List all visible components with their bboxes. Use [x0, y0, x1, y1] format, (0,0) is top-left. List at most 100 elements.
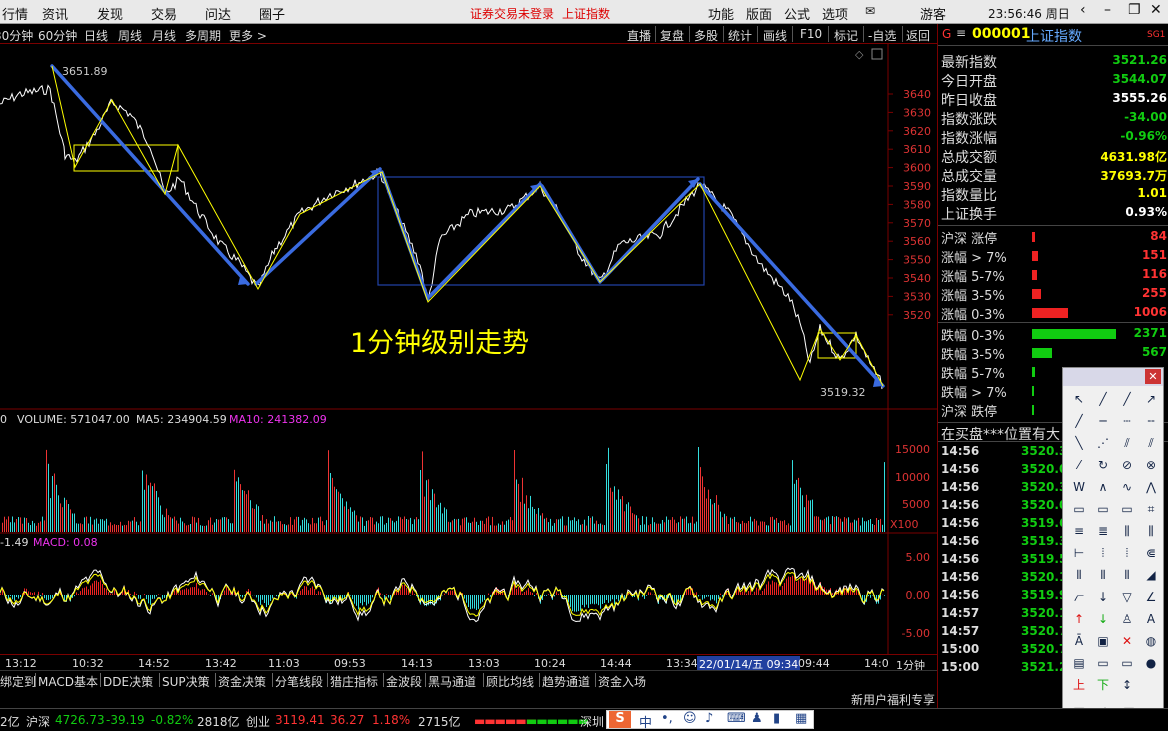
diamond-icon[interactable]: ◇: [855, 48, 864, 61]
gann-icon[interactable]: ⋐: [1141, 544, 1161, 562]
arrow-left-icon[interactable]: ‹: [1080, 2, 1086, 18]
volume-chart[interactable]: 0 VOLUME: 571047.00 MA5: 234904.59 MA10:…: [0, 410, 937, 534]
rect-2-icon[interactable]: ▭: [1093, 500, 1113, 518]
tab-new-user[interactable]: 新用户福利专享: [851, 691, 935, 708]
menu-quanzi[interactable]: 圈子: [259, 4, 285, 23]
tool-zhibo[interactable]: 直播: [627, 27, 651, 44]
close-icon[interactable]: ✕: [1150, 2, 1162, 18]
down-line-icon[interactable]: ╲: [1069, 434, 1089, 452]
sine-icon[interactable]: ∿: [1117, 478, 1137, 496]
text-icon[interactable]: A: [1141, 610, 1161, 628]
g-icon[interactable]: G: [942, 27, 951, 41]
cycle-icon[interactable]: ↻: [1093, 456, 1113, 474]
triangle-icon[interactable]: ◢: [1141, 566, 1161, 584]
skin-icon[interactable]: ▮: [773, 711, 780, 726]
user-name[interactable]: 游客: [920, 4, 946, 23]
period-week[interactable]: 周线: [118, 27, 142, 44]
price-chart[interactable]: 3640363036203610360035903580357035603550…: [0, 44, 937, 410]
tool-tongji[interactable]: 统计: [728, 27, 752, 44]
user-icon[interactable]: ♟: [751, 711, 763, 726]
marker-icon[interactable]: ◍: [1141, 632, 1161, 650]
menu-icon[interactable]: ≡: [956, 26, 966, 40]
menu-wenda[interactable]: 问达: [205, 4, 231, 23]
fib-icon[interactable]: ≡: [1069, 522, 1089, 540]
parallel-2-icon[interactable]: ⫽: [1141, 434, 1161, 452]
chinese-mode-icon[interactable]: 中: [639, 712, 652, 731]
up-icon[interactable]: 上: [1069, 676, 1089, 694]
circle-slash-icon[interactable]: ⊘: [1117, 456, 1137, 474]
down-arrow-icon[interactable]: ↓: [1093, 588, 1113, 606]
menu-zixun[interactable]: 资讯: [42, 4, 68, 23]
period-month[interactable]: 月线: [152, 27, 176, 44]
angle-2-icon[interactable]: ∠: [1141, 588, 1161, 606]
line-segment-icon[interactable]: ╱: [1093, 390, 1113, 408]
period-60min[interactable]: 60分钟: [38, 27, 77, 44]
tool-f10[interactable]: F10: [800, 27, 822, 41]
tool-biaoji[interactable]: 标记: [834, 27, 858, 44]
down-triangle-icon[interactable]: ▽: [1117, 588, 1137, 606]
fan-icon[interactable]: ⫼: [1117, 522, 1137, 540]
x-icon[interactable]: ✕: [1117, 632, 1137, 650]
tool-fanhui[interactable]: 返回: [906, 27, 930, 44]
frame-2-icon[interactable]: ▭: [1117, 654, 1137, 672]
peak-icon[interactable]: ∧: [1093, 478, 1113, 496]
angle-icon[interactable]: ⋀: [1141, 478, 1161, 496]
person-icon[interactable]: ♙: [1117, 610, 1137, 628]
restore-icon[interactable]: ❐: [1128, 2, 1141, 18]
arc-icon[interactable]: ⦧: [1069, 588, 1089, 606]
menu-faxian[interactable]: 发现: [97, 4, 123, 23]
ray-icon[interactable]: ↗: [1141, 390, 1161, 408]
slash-icon[interactable]: ⁄: [1069, 456, 1089, 474]
punctuation-icon[interactable]: •,: [661, 711, 673, 726]
emoji-icon[interactable]: ☺: [683, 711, 697, 726]
wave-icon[interactable]: W: [1069, 478, 1089, 496]
tool-zixuan[interactable]: -自选: [868, 27, 896, 44]
period-multi[interactable]: 多周期: [185, 27, 221, 44]
menu-gongshi[interactable]: 公式: [784, 4, 810, 23]
macd-chart[interactable]: -1.49 MACD: 0.08 5.00 0.00 -5.00: [0, 534, 937, 654]
cols-2-icon[interactable]: ⦙: [1117, 544, 1137, 562]
down-arrow-2-icon[interactable]: ↓: [1093, 610, 1113, 628]
cy-index-name[interactable]: 创业: [246, 713, 270, 730]
fib-2-icon[interactable]: ≣: [1093, 522, 1113, 540]
period-30min[interactable]: 30分钟: [0, 27, 33, 44]
sh-index-name[interactable]: 沪深: [26, 713, 50, 730]
fan-2-icon[interactable]: ⫼: [1141, 522, 1161, 540]
mail-icon[interactable]: ✉: [865, 4, 875, 18]
circle-x-icon[interactable]: ⊗: [1141, 456, 1161, 474]
bars-icon[interactable]: ⦀: [1069, 566, 1089, 584]
box-icon[interactable]: ▣: [1093, 632, 1113, 650]
menu-jiaoyi[interactable]: 交易: [151, 4, 177, 23]
down-icon[interactable]: 下: [1093, 676, 1113, 694]
tool-duogu[interactable]: 多股: [694, 27, 718, 44]
minimize-icon[interactable]: –: [1104, 2, 1111, 18]
tool-fupan[interactable]: 复盘: [660, 27, 684, 44]
menu-xuanxiang[interactable]: 选项: [822, 4, 848, 23]
dots-icon[interactable]: ⋰: [1093, 434, 1113, 452]
sz-index-name[interactable]: 深圳: [580, 713, 604, 730]
menu-banmian[interactable]: 版面: [746, 4, 772, 23]
line-2-icon[interactable]: ╱: [1069, 412, 1089, 430]
voice-icon[interactable]: ♪: [705, 711, 713, 726]
line-icon[interactable]: ╱: [1117, 390, 1137, 408]
login-status[interactable]: 证券交易未登录: [470, 5, 554, 22]
rect-icon[interactable]: ▭: [1069, 500, 1089, 518]
updown-icon[interactable]: ↕: [1117, 676, 1137, 694]
dash-line-icon[interactable]: ┄: [1117, 412, 1137, 430]
cols-icon[interactable]: ⦙: [1093, 544, 1113, 562]
dotted-line-icon[interactable]: ╌: [1141, 412, 1161, 430]
select-icon[interactable]: ↖: [1069, 390, 1089, 408]
menu-gongneng[interactable]: 功能: [708, 4, 734, 23]
sogou-icon[interactable]: S: [609, 711, 631, 728]
grid-icon[interactable]: ⌗: [1141, 500, 1161, 518]
parallel-icon[interactable]: ⫽: [1117, 434, 1137, 452]
up-arrow-icon[interactable]: ↑: [1069, 610, 1089, 628]
dot-icon[interactable]: ●: [1141, 654, 1161, 672]
grid-icon[interactable]: ▦: [795, 711, 807, 726]
bars-2-icon[interactable]: ⦀: [1093, 566, 1113, 584]
frame-icon[interactable]: ▭: [1093, 654, 1113, 672]
bracket-icon[interactable]: ⊢: [1069, 544, 1089, 562]
hline-icon[interactable]: ─: [1093, 412, 1113, 430]
period-more[interactable]: 更多 >: [229, 27, 267, 44]
menu-hangqing[interactable]: 行情: [2, 4, 28, 23]
